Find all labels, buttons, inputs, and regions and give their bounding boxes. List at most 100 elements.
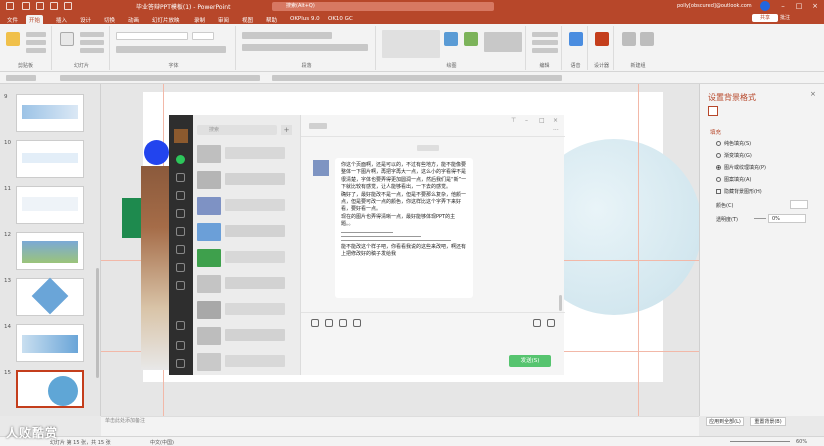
slide-thumb[interactable] [16,140,84,178]
chat-scrollbar[interactable] [559,295,562,311]
autosave-icon[interactable] [6,2,14,10]
add-button[interactable]: + [281,125,292,135]
minimize-icon[interactable]: – [525,117,528,124]
tab-okplus[interactable]: OKPlus 9.0 [287,15,323,24]
thumbnail-scrollbar[interactable] [96,268,99,378]
section-button[interactable] [80,48,104,53]
shapes-gallery[interactable] [382,30,440,58]
paste-icon[interactable] [6,32,20,46]
language-indicator[interactable]: 中文(中国) [150,439,174,446]
list-item[interactable] [225,225,285,237]
menu-icon[interactable] [176,359,185,368]
list-item[interactable] [197,171,221,189]
picture-fill-option[interactable]: 图片或纹理填充(P) [716,164,766,171]
new-slide-icon[interactable] [60,32,74,46]
tab-slideshow[interactable]: 幻灯片放映 [149,15,183,24]
slide-thumb[interactable] [16,232,84,270]
close-icon[interactable]: × [808,1,822,12]
moments-icon[interactable] [176,227,185,236]
tab-insert[interactable]: 插入 [53,15,70,24]
undo-large-icon[interactable] [622,32,636,46]
dictate-icon[interactable] [569,32,583,46]
layout-button[interactable] [80,32,104,37]
slide-thumb-selected[interactable] [16,370,84,408]
reset-button[interactable] [80,40,104,45]
list-item[interactable] [197,353,221,371]
redo-icon[interactable] [50,2,58,10]
fill-icon[interactable] [708,106,718,116]
copy-button[interactable] [26,40,46,45]
list-item[interactable] [197,145,221,163]
phone-icon[interactable] [176,341,185,350]
shape-fill-buttons[interactable] [484,32,522,52]
favorites-icon[interactable] [176,191,185,200]
slide-thumb[interactable] [16,186,84,224]
list-item[interactable] [225,355,285,367]
redo-large-icon[interactable] [640,32,654,46]
apply-to-all-button[interactable]: 应用到全部(L) [706,417,744,426]
reset-background-button[interactable]: 重置背景(B) [750,417,786,426]
font-name-select[interactable] [116,32,188,40]
channels-icon[interactable] [176,245,185,254]
quick-styles-icon[interactable] [464,32,478,46]
chat-icon[interactable] [176,155,185,164]
list-item[interactable] [225,147,285,159]
find-button[interactable] [532,32,558,37]
font-format-buttons[interactable] [116,46,226,53]
blue-circle-shape[interactable] [144,140,169,165]
file-icon[interactable] [325,319,333,327]
tab-help[interactable]: 帮助 [263,15,280,24]
fill-section-header[interactable]: 填充 [710,128,721,136]
chat-history-icon[interactable] [353,319,361,327]
slide-photo[interactable] [141,166,171,370]
slide-thumb[interactable] [16,324,84,362]
align-buttons[interactable] [242,44,368,51]
comment-button[interactable]: 批注 [780,14,810,22]
list-buttons[interactable] [242,32,332,39]
color-picker[interactable] [790,200,808,209]
zoom-level[interactable]: 60% [796,439,807,445]
minimize-icon[interactable]: – [776,1,790,12]
tab-animations[interactable]: 动画 [125,15,142,24]
search-box[interactable]: 搜索(Alt+Q) [272,2,494,11]
list-item[interactable] [225,173,285,185]
cut-button[interactable] [26,32,46,37]
slide-thumb[interactable] [16,277,84,316]
transparency-input[interactable]: 0% [768,214,806,223]
list-item[interactable] [225,277,285,289]
tab-view[interactable]: 视图 [239,15,256,24]
list-item[interactable] [225,329,285,341]
close-icon[interactable]: × [810,90,816,98]
miniprogram-bottom-icon[interactable] [176,321,185,330]
designer-icon[interactable] [595,32,609,46]
emoji-icon[interactable] [311,319,319,327]
tab-review[interactable]: 审阅 [215,15,232,24]
search-icon[interactable] [176,263,185,272]
arrange-icon[interactable] [444,32,458,46]
slide-thumb[interactable] [16,94,84,132]
undo-icon[interactable] [36,2,44,10]
notes-pane[interactable]: 单击此处添加备注 [101,416,699,436]
more-icon[interactable]: ··· [553,127,559,134]
tab-ok10gc[interactable]: OK10 GC [325,15,356,24]
list-item[interactable] [225,199,285,211]
tab-record[interactable]: 录制 [191,15,208,24]
avatar[interactable] [760,1,770,11]
list-item[interactable] [197,249,221,267]
replace-button[interactable] [532,40,558,45]
solid-fill-option[interactable]: 纯色填充(S) [716,140,751,147]
video-call-icon[interactable] [547,319,555,327]
list-item[interactable] [197,275,221,293]
select-button[interactable] [532,48,558,53]
format-painter-button[interactable] [26,48,46,53]
toolbar-left[interactable] [6,75,36,81]
list-item[interactable] [197,197,221,215]
presentation-icon[interactable] [64,2,72,10]
search-input[interactable]: 搜索 [197,125,277,135]
user-email[interactable]: polly[obscured]@outlook.com [677,3,752,9]
message-bubble[interactable]: 你这个页面啊，还是可以的，不过有些地方，能不能像要整体一下图片啊，再把字再大一点… [335,158,473,298]
pattern-fill-option[interactable]: 图案填充(A) [716,176,751,183]
tab-home[interactable]: 开始 [26,15,44,24]
send-button[interactable]: 发送(S) [509,355,551,367]
toolbar-right[interactable] [272,75,562,81]
